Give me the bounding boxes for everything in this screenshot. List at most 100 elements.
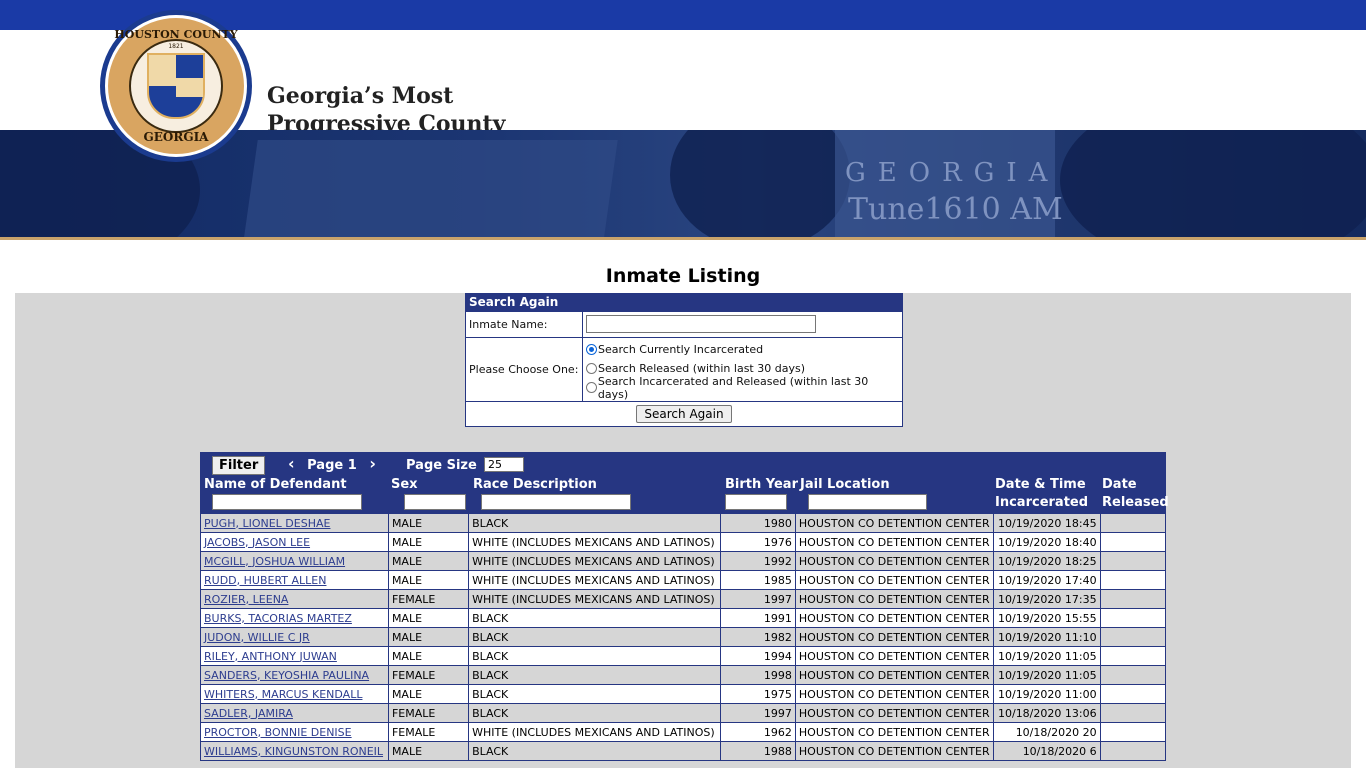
cell-date-incarcerated: 10/19/2020 18:25 — [992, 551, 1101, 571]
col-header-jail-location[interactable]: Jail Location — [800, 476, 890, 494]
chevron-right-icon[interactable]: › — [369, 454, 376, 473]
cell-birth-year: 1982 — [720, 627, 796, 647]
cell-birth-year: 1994 — [720, 646, 796, 666]
col-header-name[interactable]: Name of Defendant — [204, 476, 347, 494]
cell-jail-location: HOUSTON CO DETENTION CENTER — [794, 627, 994, 647]
filter-birth-year-input[interactable] — [725, 494, 787, 510]
defendant-link[interactable]: WHITERS, MARCUS KENDALL — [204, 688, 362, 701]
cell-race: WHITE (INCLUDES MEXICANS AND LATINOS) — [468, 532, 722, 552]
defendant-link[interactable]: MCGILL, JOSHUA WILLIAM — [204, 555, 345, 568]
table-row: JACOBS, JASON LEE MALE WHITE (INCLUDES MEX… — [200, 532, 1167, 552]
filter-name-input[interactable] — [212, 494, 362, 510]
cell-race: WHITE (INCLUDES MEXICANS AND LATINOS) — [468, 589, 722, 609]
cell-jail-location: HOUSTON CO DETENTION CENTER — [794, 646, 994, 666]
cell-sex: FEMALE — [387, 589, 470, 609]
search-again-button[interactable]: Search Again — [636, 405, 732, 423]
table-row: PUGH, LIONEL DESHAE MALE BLACK 1980 HOUSTON … — [200, 513, 1167, 533]
cell-date-incarcerated: 10/19/2020 11:00 — [992, 684, 1101, 704]
page-size-input[interactable]: 25 — [484, 457, 524, 472]
cell-name: JUDON, WILLIE C JR — [200, 627, 389, 647]
cell-sex: MALE — [387, 646, 470, 666]
cell-date-incarcerated: 10/19/2020 11:05 — [992, 646, 1101, 666]
defendant-link[interactable]: WILLIAMS, KINGUNSTON RONEIL — [204, 745, 383, 758]
cell-race: WHITE (INCLUDES MEXICANS AND LATINOS) — [468, 570, 722, 590]
inmate-name-label: Inmate Name: — [466, 312, 583, 337]
cell-date-released — [1099, 703, 1167, 723]
inmate-grid-header: Filter ‹ Page 1 › Page Size 25 Name of D… — [200, 452, 1169, 513]
defendant-link[interactable]: RILEY, ANTHONY JUWAN — [204, 650, 337, 663]
cell-jail-location: HOUSTON CO DETENTION CENTER — [794, 608, 994, 628]
cell-birth-year: 1992 — [720, 551, 796, 571]
cell-race: BLACK — [468, 684, 722, 704]
cell-race: WHITE (INCLUDES MEXICANS AND LATINOS) — [468, 722, 722, 742]
cell-race: BLACK — [468, 665, 722, 685]
page-size-label: Page Size — [406, 458, 477, 473]
cell-race: BLACK — [468, 741, 722, 761]
cell-name: PUGH, LIONEL DESHAE — [200, 513, 389, 533]
cell-sex: FEMALE — [387, 665, 470, 685]
cell-name: RUDD, HUBERT ALLEN — [200, 570, 389, 590]
defendant-link[interactable]: PROCTOR, BONNIE DENISE — [204, 726, 352, 739]
chevron-left-icon[interactable]: ‹ — [288, 454, 295, 473]
filter-sex-input[interactable] — [404, 494, 466, 510]
defendant-link[interactable]: JUDON, WILLIE C JR — [204, 631, 310, 644]
col-header-race[interactable]: Race Description — [473, 476, 597, 494]
choose-label: Please Choose One: — [466, 338, 583, 401]
table-row: JUDON, WILLIE C JR MALE BLACK 1982 HOUSTON C… — [200, 627, 1167, 647]
cell-date-released — [1099, 722, 1167, 742]
cell-jail-location: HOUSTON CO DETENTION CENTER — [794, 551, 994, 571]
cell-date-released — [1099, 551, 1167, 571]
cell-birth-year: 1988 — [720, 741, 796, 761]
col-header-sex[interactable]: Sex — [391, 476, 418, 494]
search-header: Search Again — [466, 294, 902, 311]
radio-option-both[interactable]: Search Incarcerated and Released (within… — [586, 375, 899, 401]
county-seal-logo[interactable]: HOUSTON COUNTY 1821 GEORGIA — [100, 10, 252, 162]
cell-birth-year: 1985 — [720, 570, 796, 590]
cell-birth-year: 1980 — [720, 513, 796, 533]
col-header-date-incarcerated[interactable]: Date & Time Incarcerated — [995, 476, 1088, 512]
table-row: WHITERS, MARCUS KENDALL MALE BLACK 1975 HOUS… — [200, 684, 1167, 704]
cell-race: BLACK — [468, 703, 722, 723]
cell-name: RILEY, ANTHONY JUWAN — [200, 646, 389, 666]
cell-date-released — [1099, 684, 1167, 704]
table-row: ROZIER, LEENA FEMALE WHITE (INCLUDES MEXIC… — [200, 589, 1167, 609]
defendant-link[interactable]: ROZIER, LEENA — [204, 593, 288, 606]
filter-jail-location-input[interactable] — [808, 494, 927, 510]
cell-date-released — [1099, 570, 1167, 590]
cell-date-incarcerated: 10/19/2020 17:40 — [992, 570, 1101, 590]
col-header-birth-year[interactable]: Birth Year — [725, 476, 798, 494]
radio-option-incarcerated[interactable]: Search Currently Incarcerated — [586, 340, 899, 359]
cell-sex: MALE — [387, 608, 470, 628]
cell-date-released — [1099, 665, 1167, 685]
col-header-date-released[interactable]: Date Released — [1102, 476, 1169, 512]
cell-date-released — [1099, 608, 1167, 628]
cell-date-released — [1099, 646, 1167, 666]
cell-sex: FEMALE — [387, 703, 470, 723]
banner-divider — [0, 237, 1366, 240]
table-row: WILLIAMS, KINGUNSTON RONEIL MALE BLACK 1988… — [200, 741, 1167, 761]
defendant-link[interactable]: RUDD, HUBERT ALLEN — [204, 574, 326, 587]
defendant-link[interactable]: BURKS, TACORIAS MARTEZ — [204, 612, 352, 625]
defendant-link[interactable]: JACOBS, JASON LEE — [204, 536, 310, 549]
cell-birth-year: 1962 — [720, 722, 796, 742]
grid-toolbar: Filter ‹ Page 1 › Page Size 25 — [200, 452, 1166, 476]
defendant-link[interactable]: SADLER, JAMIRA — [204, 707, 293, 720]
cell-race: BLACK — [468, 513, 722, 533]
cell-jail-location: HOUSTON CO DETENTION CENTER — [794, 589, 994, 609]
cell-date-released — [1099, 589, 1167, 609]
table-row: RUDD, HUBERT ALLEN MALE WHITE (INCLUDES ME… — [200, 570, 1167, 590]
filter-button[interactable]: Filter — [212, 456, 266, 475]
radio-button[interactable] — [586, 363, 597, 374]
cell-date-released — [1099, 532, 1167, 552]
defendant-link[interactable]: PUGH, LIONEL DESHAE — [204, 517, 330, 530]
defendant-link[interactable]: SANDERS, KEYOSHIA PAULINA — [204, 669, 369, 682]
cell-name: WILLIAMS, KINGUNSTON RONEIL — [200, 741, 389, 761]
inmate-name-input[interactable] — [586, 315, 816, 333]
cell-date-incarcerated: 10/19/2020 11:10 — [992, 627, 1101, 647]
radio-button[interactable] — [586, 344, 597, 355]
radio-button[interactable] — [586, 382, 597, 393]
cell-jail-location: HOUSTON CO DETENTION CENTER — [794, 722, 994, 742]
filter-race-input[interactable] — [481, 494, 631, 510]
cell-sex: MALE — [387, 532, 470, 552]
cell-date-incarcerated: 10/18/2020 6 — [992, 741, 1101, 761]
